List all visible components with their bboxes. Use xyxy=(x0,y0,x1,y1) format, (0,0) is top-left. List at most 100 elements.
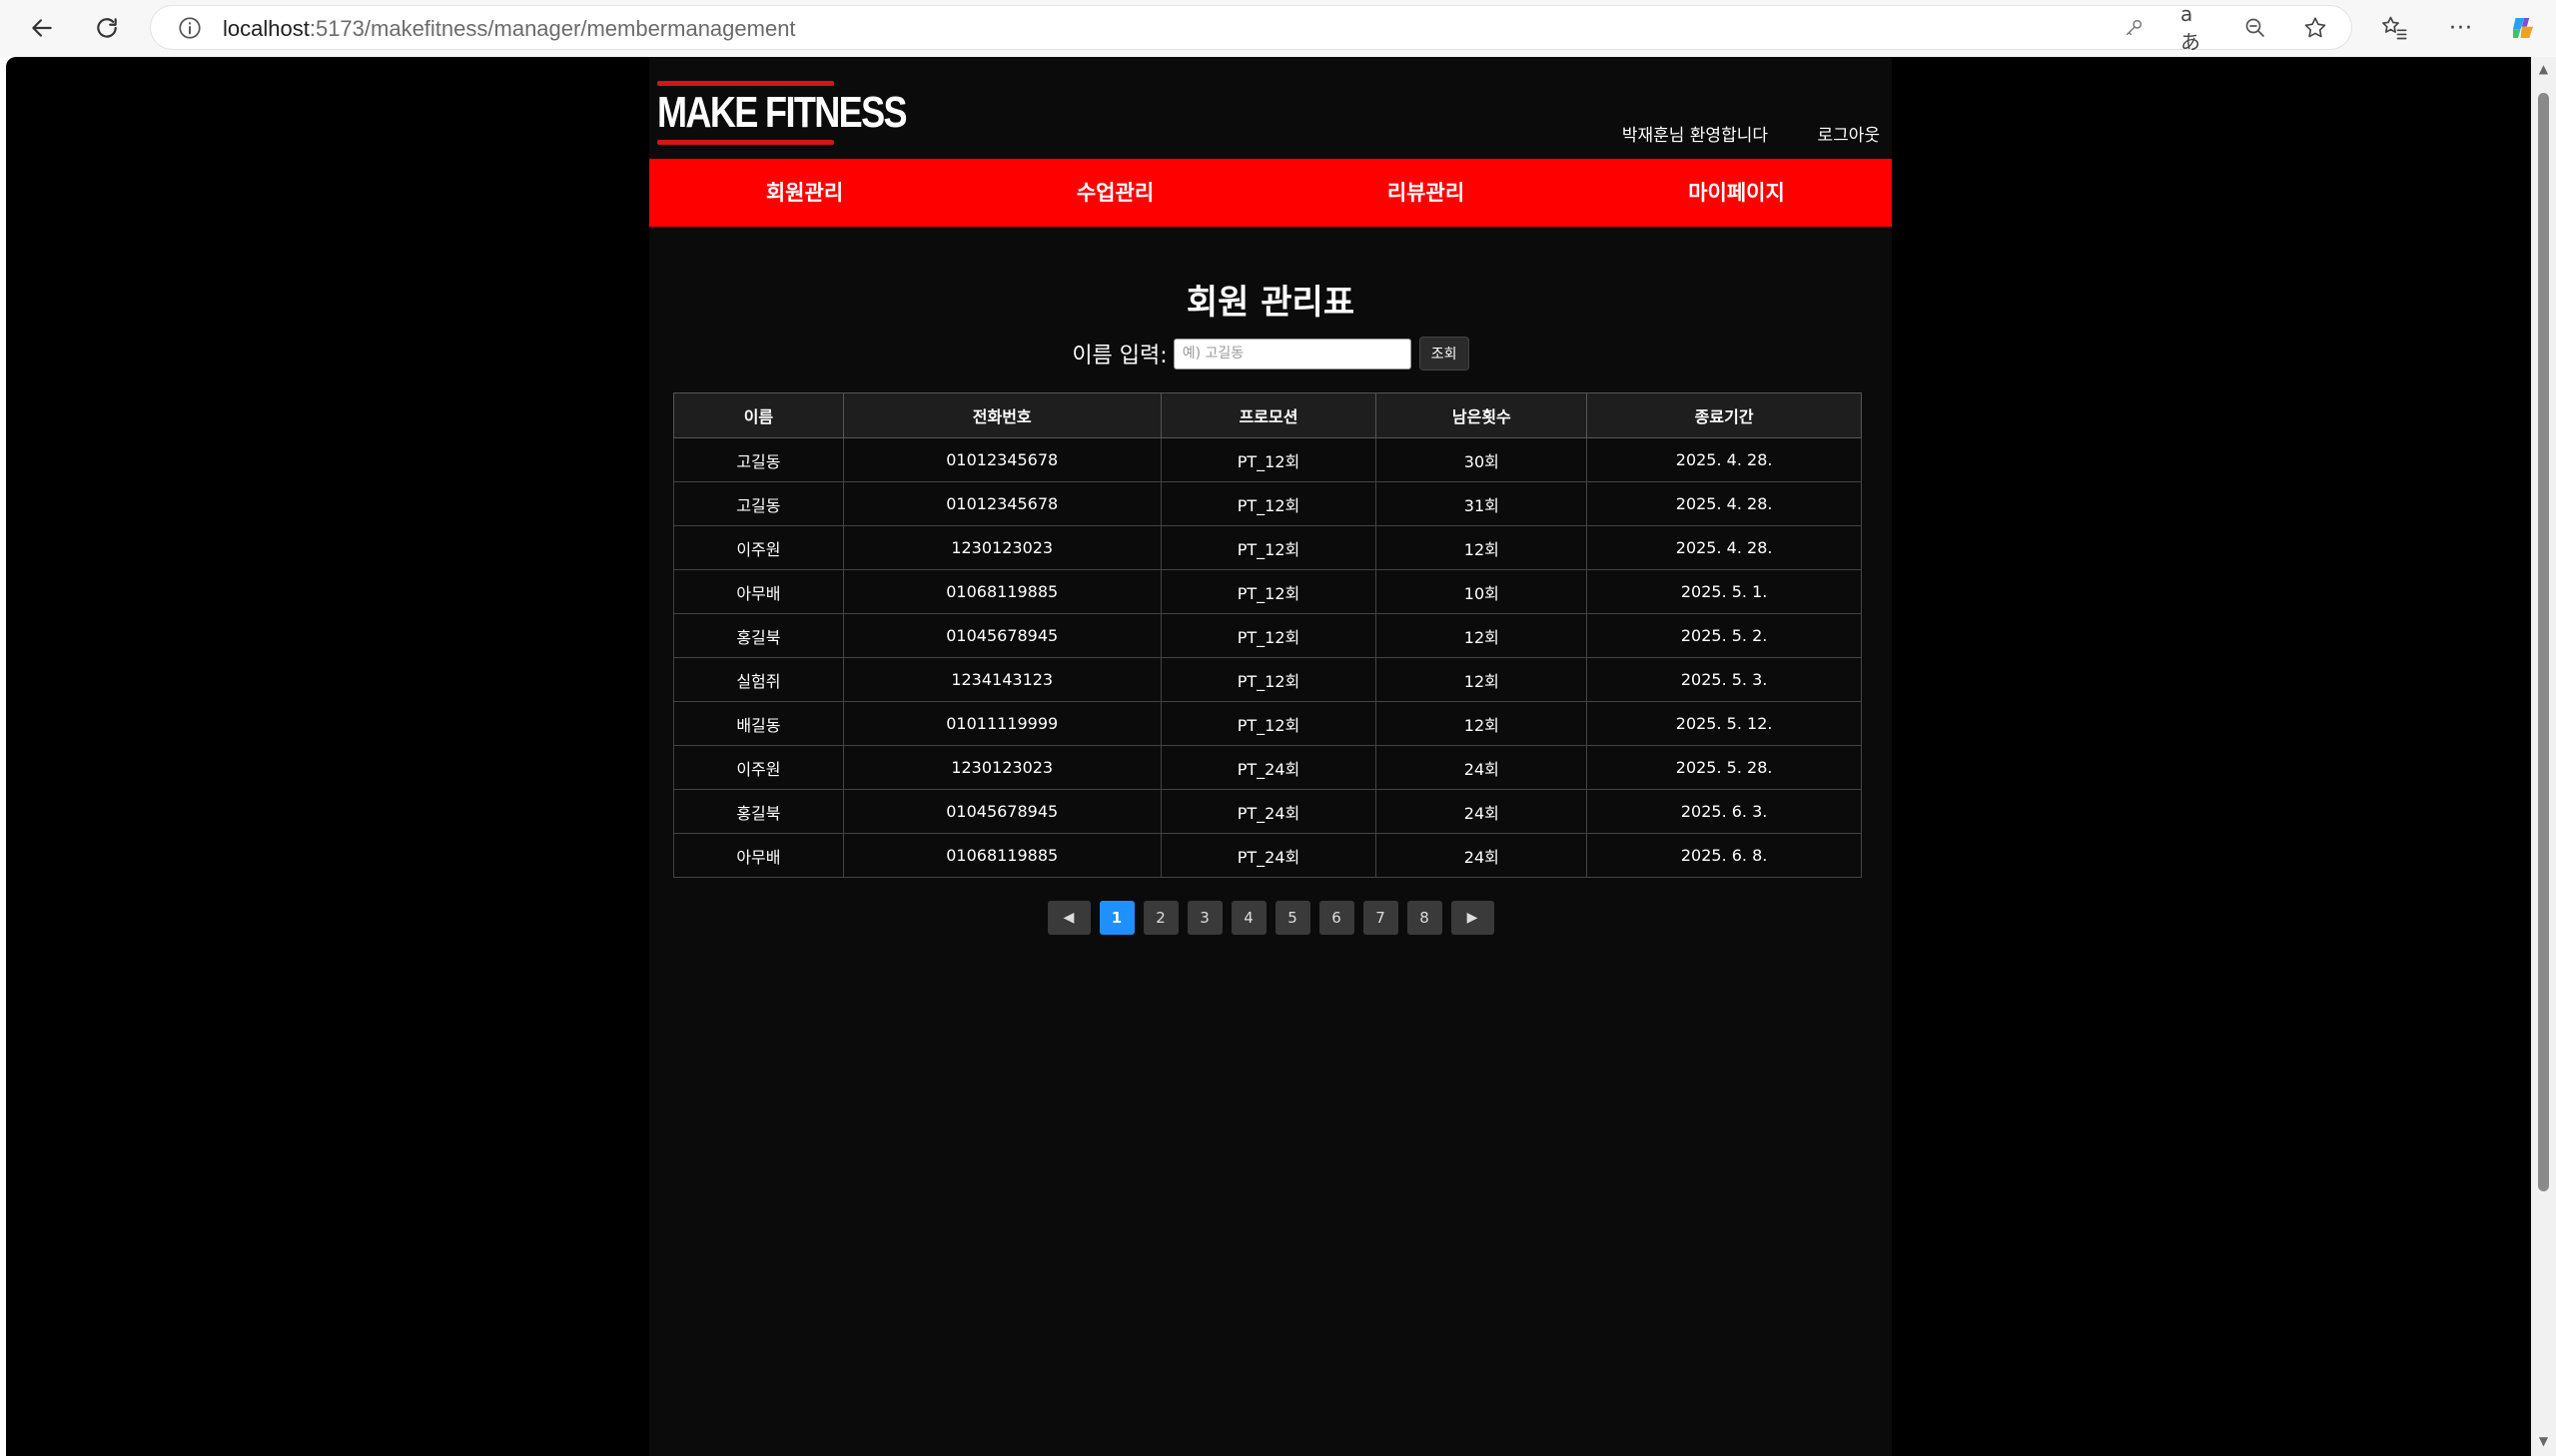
cell-promotion: PT_12회 xyxy=(1160,657,1377,702)
cell-remaining: 12회 xyxy=(1375,525,1588,570)
page-button-3[interactable]: 3 xyxy=(1187,901,1223,935)
prev-page-button[interactable]: ◀ xyxy=(1047,901,1091,935)
page-container: MAKE FITNESS 박재훈님 환영합니다 로그아웃 회원관리 수업관리 리… xyxy=(649,57,1892,1456)
cell-end-date: 2025. 6. 8. xyxy=(1586,833,1862,878)
scroll-down-icon[interactable]: ▼ xyxy=(2537,1435,2550,1448)
copilot-icon[interactable] xyxy=(2508,13,2538,43)
logo-bar-bottom xyxy=(657,140,834,145)
table-row[interactable]: 홍길북 01045678945 PT_24회 24회 2025. 6. 3. xyxy=(673,789,1862,834)
cell-phone: 01068119885 xyxy=(842,833,1162,878)
welcome-message: 박재훈님 환영합니다 xyxy=(1621,126,1768,146)
zoom-out-icon[interactable] xyxy=(2240,13,2270,43)
menu-my-page[interactable]: 마이페이지 xyxy=(1581,159,1892,227)
page-title: 회원 관리표 xyxy=(1186,283,1355,323)
page-scrollbar[interactable]: ▲ ▼ xyxy=(2531,57,2556,1456)
cell-name: 이주원 xyxy=(673,745,844,790)
cell-name: 고길동 xyxy=(673,481,844,526)
cell-remaining: 30회 xyxy=(1375,437,1588,482)
translate-icon[interactable]: aあ xyxy=(2180,2,2210,54)
header-phone: 전화번호 xyxy=(842,392,1162,438)
scroll-thumb[interactable] xyxy=(2538,93,2549,1191)
url-text[interactable]: localhost:5173/makefitness/manager/membe… xyxy=(223,6,796,51)
page-button-1[interactable]: 1 xyxy=(1099,901,1135,935)
cell-name: 이주원 xyxy=(673,525,844,570)
page-button-5[interactable]: 5 xyxy=(1275,901,1310,935)
cell-name: 실험쥐 xyxy=(673,657,844,702)
menu-review-management[interactable]: 리뷰관리 xyxy=(1271,159,1581,227)
pagination: ◀ 1 2 3 4 5 6 7 8 ▶ xyxy=(649,901,1892,935)
cell-promotion: PT_12회 xyxy=(1160,701,1377,746)
cell-phone: 01012345678 xyxy=(842,437,1162,482)
cell-end-date: 2025. 5. 3. xyxy=(1586,657,1862,702)
cell-phone: 01045678945 xyxy=(842,613,1162,658)
page-button-8[interactable]: 8 xyxy=(1406,901,1442,935)
cell-promotion: PT_12회 xyxy=(1160,569,1377,614)
header-remaining: 남은횟수 xyxy=(1375,392,1588,438)
scroll-up-icon[interactable]: ▲ xyxy=(2537,63,2550,76)
table-row[interactable]: 아무배 01068119885 PT_24회 24회 2025. 6. 8. xyxy=(673,833,1862,878)
back-icon[interactable] xyxy=(24,10,60,46)
search-button[interactable]: 조회 xyxy=(1418,337,1469,370)
cell-end-date: 2025. 6. 3. xyxy=(1586,789,1862,834)
address-bar[interactable]: localhost:5173/makefitness/manager/membe… xyxy=(150,5,2352,50)
table-row[interactable]: 홍길북 01045678945 PT_12회 12회 2025. 5. 2. xyxy=(673,613,1862,658)
cell-promotion: PT_24회 xyxy=(1160,745,1377,790)
favorite-star-icon[interactable] xyxy=(2300,13,2330,43)
cell-name: 홍길북 xyxy=(673,613,844,658)
cell-remaining: 12회 xyxy=(1375,613,1588,658)
page-button-7[interactable]: 7 xyxy=(1362,901,1398,935)
cell-remaining: 31회 xyxy=(1375,481,1588,526)
table-row[interactable]: 고길동 01012345678 PT_12회 31회 2025. 4. 28. xyxy=(673,481,1862,526)
cell-phone: 01045678945 xyxy=(842,789,1162,834)
header-end-date: 종료기간 xyxy=(1586,392,1862,438)
url-host: localhost xyxy=(223,16,310,41)
menu-class-management[interactable]: 수업관리 xyxy=(960,159,1271,227)
cell-name: 고길동 xyxy=(673,437,844,482)
cell-phone: 01068119885 xyxy=(842,569,1162,614)
make-fitness-logo[interactable]: MAKE FITNESS xyxy=(657,81,908,145)
cell-end-date: 2025. 5. 1. xyxy=(1586,569,1862,614)
next-page-button[interactable]: ▶ xyxy=(1450,901,1494,935)
more-menu-icon[interactable]: ··· xyxy=(2446,13,2476,43)
cell-remaining: 24회 xyxy=(1375,789,1588,834)
page-viewport: MAKE FITNESS 박재훈님 환영합니다 로그아웃 회원관리 수업관리 리… xyxy=(6,57,2531,1456)
cell-end-date: 2025. 5. 12. xyxy=(1586,701,1862,746)
table-row[interactable]: 아무배 01068119885 PT_12회 10회 2025. 5. 1. xyxy=(673,569,1862,614)
search-bar: 이름 입력: 조회 xyxy=(649,337,1892,370)
table-row[interactable]: 이주원 1230123023 PT_24회 24회 2025. 5. 28. xyxy=(673,745,1862,790)
table-row[interactable]: 실험쥐 1234143123 PT_12회 12회 2025. 5. 3. xyxy=(673,657,1862,702)
page-button-6[interactable]: 6 xyxy=(1318,901,1354,935)
cell-remaining: 12회 xyxy=(1375,701,1588,746)
page-button-2[interactable]: 2 xyxy=(1143,901,1179,935)
page-button-4[interactable]: 4 xyxy=(1231,901,1267,935)
cell-name: 아무배 xyxy=(673,569,844,614)
search-label: 이름 입력: xyxy=(1072,344,1168,368)
site-info-icon[interactable] xyxy=(177,15,203,41)
cell-phone: 1230123023 xyxy=(842,525,1162,570)
cell-name: 배길동 xyxy=(673,701,844,746)
cell-phone: 1234143123 xyxy=(842,657,1162,702)
cell-promotion: PT_24회 xyxy=(1160,833,1377,878)
cell-remaining: 12회 xyxy=(1375,657,1588,702)
favorites-list-icon[interactable] xyxy=(2379,13,2409,43)
cell-promotion: PT_12회 xyxy=(1160,437,1377,482)
logo-text: MAKE FITNESS xyxy=(657,88,908,137)
password-key-icon[interactable] xyxy=(2120,13,2149,43)
cell-end-date: 2025. 5. 28. xyxy=(1586,745,1862,790)
refresh-icon[interactable] xyxy=(89,10,125,46)
logout-link[interactable]: 로그아웃 xyxy=(1817,121,1880,146)
cell-end-date: 2025. 5. 2. xyxy=(1586,613,1862,658)
name-search-input[interactable] xyxy=(1173,338,1411,369)
cell-promotion: PT_12회 xyxy=(1160,613,1377,658)
header-name: 이름 xyxy=(673,392,844,438)
cell-promotion: PT_12회 xyxy=(1160,525,1377,570)
table-row[interactable]: 고길동 01012345678 PT_12회 30회 2025. 4. 28. xyxy=(673,437,1862,482)
url-path: :5173/makefitness/manager/membermanageme… xyxy=(309,16,796,41)
table-row[interactable]: 배길동 01011119999 PT_12회 12회 2025. 5. 12. xyxy=(673,701,1862,746)
cell-promotion: PT_24회 xyxy=(1160,789,1377,834)
member-table: 이름 전화번호 프로모션 남은횟수 종료기간 고길동 01012345678 P… xyxy=(673,392,1862,878)
table-row[interactable]: 이주원 1230123023 PT_12회 12회 2025. 4. 28. xyxy=(673,525,1862,570)
cell-end-date: 2025. 4. 28. xyxy=(1586,525,1862,570)
cell-remaining: 10회 xyxy=(1375,569,1588,614)
menu-member-management[interactable]: 회원관리 xyxy=(649,159,960,227)
